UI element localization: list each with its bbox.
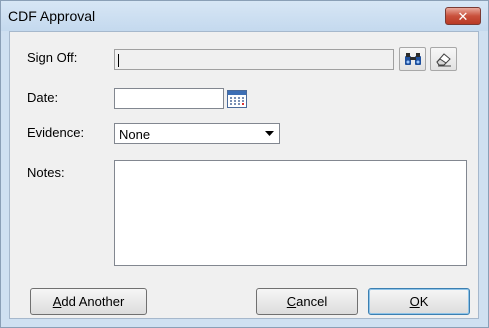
chevron-down-icon — [265, 131, 274, 136]
ok-label: K — [419, 294, 429, 309]
date-label: Date: — [27, 90, 59, 105]
title-bar[interactable]: CDF Approval ✕ — [1, 1, 488, 31]
evidence-selected-value: None — [119, 127, 151, 142]
cancel-mnemonic: C — [286, 294, 297, 309]
notes-label: Notes: — [27, 165, 65, 180]
add-another-label: dd Another — [61, 294, 125, 309]
sign-off-label: Sign Off: — [27, 50, 78, 65]
ok-button[interactable]: OK — [368, 288, 470, 315]
clear-button[interactable] — [430, 47, 457, 71]
binoculars-icon — [404, 53, 421, 65]
text-caret — [118, 54, 119, 67]
calendar-button[interactable] — [226, 89, 248, 108]
calendar-icon — [227, 89, 247, 108]
evidence-select[interactable]: None — [114, 123, 280, 144]
evidence-label: Evidence: — [27, 125, 85, 140]
ok-mnemonic: O — [409, 294, 420, 309]
cancel-label: ancel — [296, 294, 328, 309]
close-icon: ✕ — [457, 9, 469, 24]
notes-textarea[interactable] — [114, 160, 467, 266]
cdf-approval-dialog: CDF Approval ✕ Sign Off: Date: Evidence:… — [0, 0, 489, 328]
eraser-icon — [435, 53, 451, 67]
dropdown-button[interactable] — [261, 125, 278, 142]
cancel-button[interactable]: Cancel — [256, 288, 358, 315]
close-button[interactable]: ✕ — [445, 7, 481, 25]
lookup-button[interactable] — [399, 47, 426, 71]
date-field[interactable] — [114, 88, 224, 109]
window-title: CDF Approval — [8, 8, 96, 24]
sign-off-field[interactable] — [114, 49, 394, 70]
add-another-button[interactable]: Add Another — [30, 288, 147, 315]
dialog-body: Sign Off: Date: Evidence: None Notes: Ad… — [9, 31, 479, 319]
